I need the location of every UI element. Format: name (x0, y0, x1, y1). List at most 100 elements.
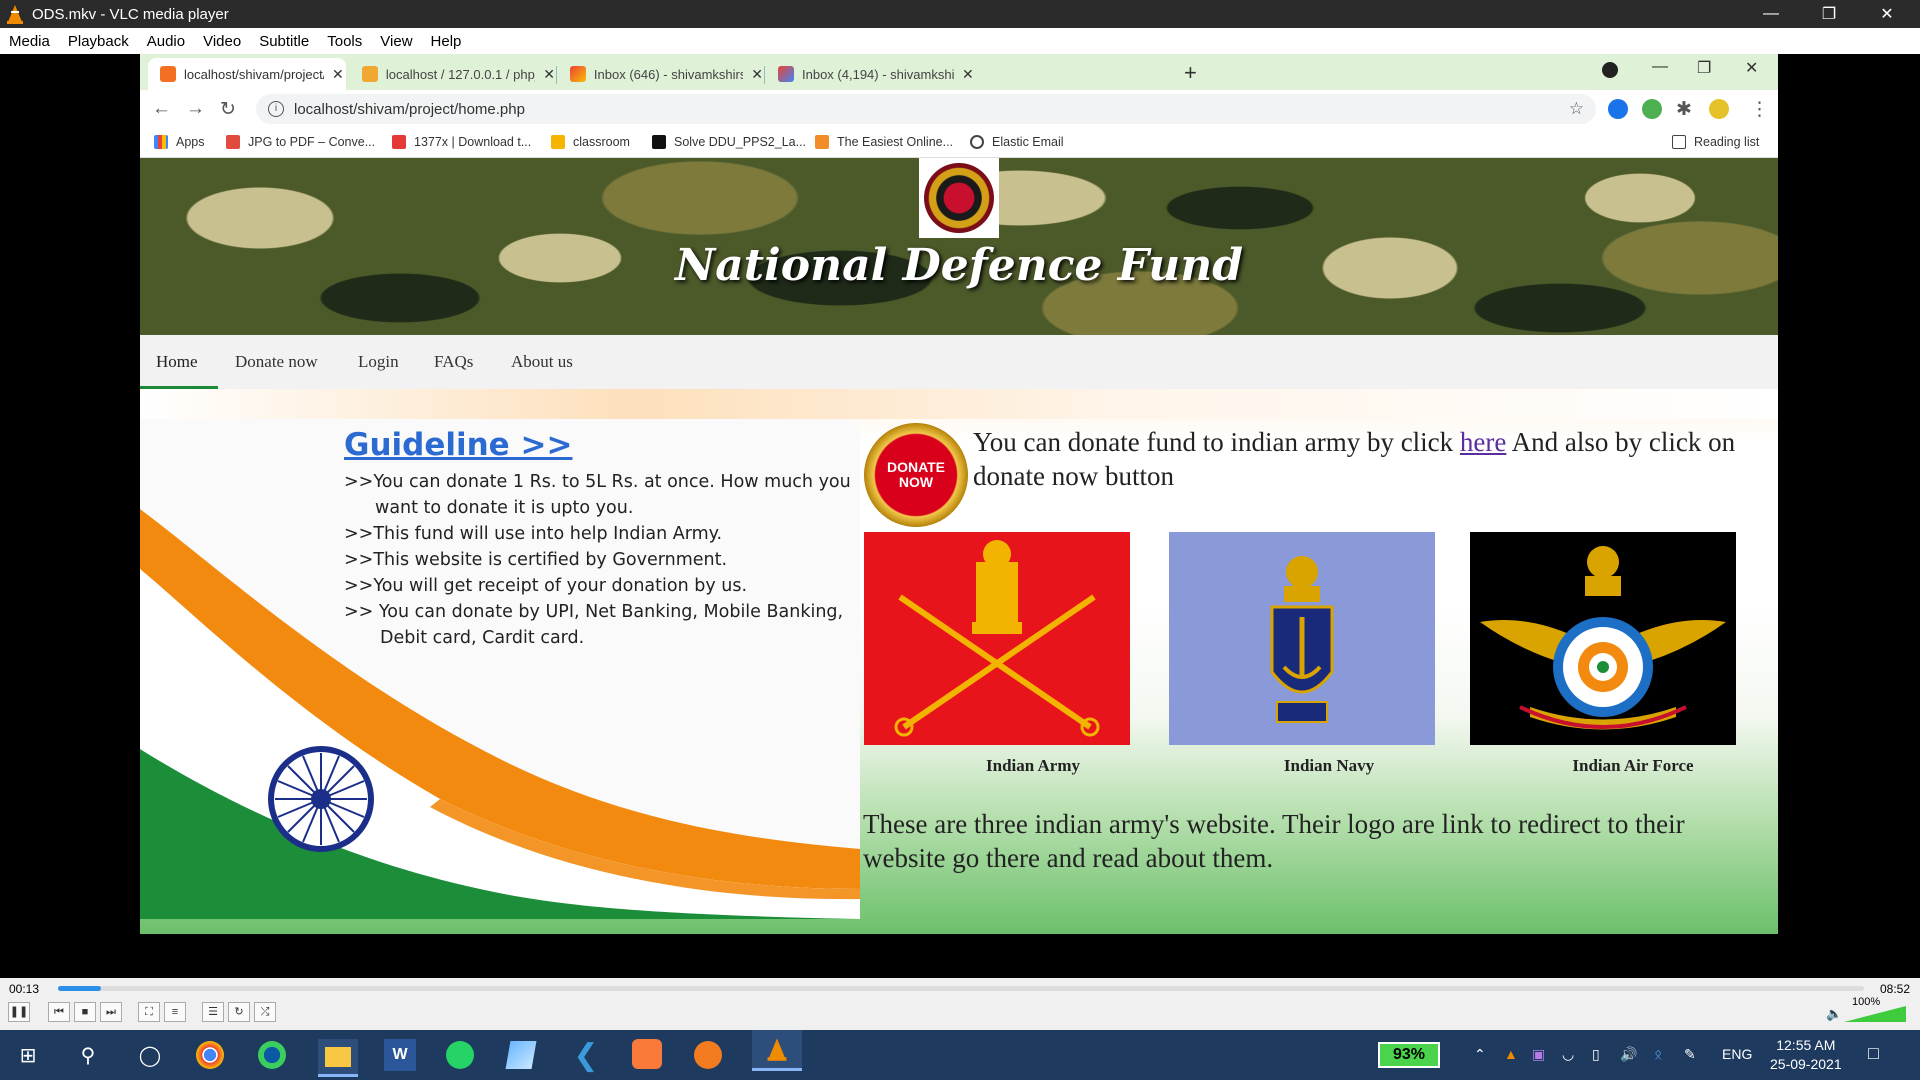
nav-faqs[interactable]: FAQs (434, 352, 473, 372)
tab-gmail-2[interactable]: Inbox (4,194) - shivamkshirsagar ✕ (766, 58, 976, 90)
tab-gmail-1[interactable]: Inbox (646) - shivamkshirsagar97 ✕ (558, 58, 763, 90)
windows-start-icon[interactable]: ⊞ (12, 1039, 44, 1071)
fullscreen-button[interactable]: ⛶ (138, 1002, 160, 1022)
tab-phpmyadmin[interactable]: localhost / 127.0.0.1 / php_p / int ✕ (350, 58, 555, 90)
tab-home[interactable]: localhost/shivam/project/home.p ✕ (148, 58, 346, 90)
apps-grid-icon (154, 135, 168, 149)
menu-tools[interactable]: Tools (318, 33, 371, 50)
menu-view[interactable]: View (371, 33, 421, 50)
donate-here-link[interactable]: here (1460, 427, 1506, 457)
close-tab-icon[interactable]: ✕ (751, 66, 763, 83)
brave-icon[interactable] (694, 1041, 722, 1069)
notepad-icon[interactable] (505, 1041, 537, 1069)
reading-list-icon (1672, 135, 1686, 149)
language-indicator[interactable]: ENG (1722, 1046, 1752, 1062)
minimize-button[interactable]: — (1742, 0, 1800, 28)
speaker-icon[interactable]: 🔊 (1620, 1046, 1637, 1063)
bookmark-star-icon[interactable]: ☆ (1569, 99, 1584, 119)
onenote-icon[interactable]: ▣ (1532, 1046, 1545, 1063)
gmail-icon (570, 66, 586, 82)
bookmark-easiest-online[interactable]: The Easiest Online... (815, 135, 953, 149)
indian-army-label: Indian Army (986, 756, 1080, 775)
menu-help[interactable]: Help (422, 33, 471, 50)
loop-button[interactable]: ↻ (228, 1002, 250, 1022)
browser-restore-button[interactable]: ❐ (1697, 58, 1711, 78)
extension-icon[interactable] (1608, 99, 1628, 119)
forward-icon[interactable]: → (186, 98, 205, 120)
chrome-icon[interactable] (196, 1041, 224, 1069)
chevron-up-icon[interactable]: ⌃ (1474, 1046, 1486, 1063)
windows-taskbar: ⊞ ⚲ ◯ W ❮ 93% ⌃ ▲ ▣ ◡ ▯ 🔊 ᛟ ✎ ENG 12:55 … (0, 1030, 1920, 1080)
browser-close-button[interactable]: ✕ (1745, 58, 1758, 78)
vscode-icon[interactable]: ❮ (570, 1039, 602, 1072)
reload-icon[interactable]: ↻ (220, 98, 236, 121)
volume-slider[interactable]: 🔈 100% (1826, 996, 1906, 1024)
indian-air-force-logo-link[interactable] (1470, 532, 1736, 745)
nav-about-us[interactable]: About us (511, 352, 573, 372)
search-icon[interactable]: ⚲ (72, 1039, 104, 1071)
kebab-menu-icon[interactable]: ⋮ (1750, 98, 1769, 121)
pen-icon[interactable]: ✎ (1684, 1046, 1696, 1063)
bookmark-solve-ddu[interactable]: Solve DDU_PPS2_La... (652, 135, 806, 149)
back-icon[interactable]: ← (152, 98, 171, 120)
donate-now-badge[interactable]: DONATE NOW (864, 423, 968, 527)
whatsapp-icon[interactable] (446, 1041, 474, 1069)
wifi-icon[interactable]: ◡ (1562, 1046, 1574, 1063)
next-button[interactable]: ⏭ (100, 1002, 122, 1022)
word-icon[interactable]: W (384, 1039, 416, 1071)
playlist-button[interactable]: ☰ (202, 1002, 224, 1022)
bookmark-classroom[interactable]: classroom (551, 135, 630, 149)
nav-donate-now[interactable]: Donate now (235, 352, 318, 372)
task-view-icon[interactable]: ◯ (134, 1039, 166, 1071)
vlc-tray-icon[interactable]: ▲ (1504, 1046, 1518, 1062)
close-button[interactable]: ✕ (1858, 0, 1916, 28)
bluetooth-icon[interactable]: ᛟ (1654, 1046, 1662, 1062)
restore-button[interactable]: ❐ (1800, 0, 1858, 28)
address-bar[interactable]: i localhost/shivam/project/home.php ☆ (256, 94, 1596, 124)
edge-icon[interactable] (258, 1041, 286, 1069)
close-tab-icon[interactable]: ✕ (962, 66, 974, 83)
extension-icon[interactable] (1642, 99, 1662, 119)
reading-list-button[interactable]: Reading list (1672, 135, 1759, 149)
tab-search-icon[interactable] (1602, 62, 1618, 78)
nav-home[interactable]: Home (156, 352, 198, 372)
hackerrank-icon (652, 135, 666, 149)
close-tab-icon[interactable]: ✕ (332, 66, 344, 83)
stop-button[interactable]: ■ (74, 1002, 96, 1022)
battery-tray-icon[interactable]: ▯ (1592, 1046, 1600, 1063)
xampp-icon[interactable] (632, 1039, 662, 1069)
browser-minimize-button[interactable]: — (1652, 58, 1668, 76)
bookmark-elastic-email[interactable]: Elastic Email (970, 135, 1064, 149)
battery-indicator[interactable]: 93% (1378, 1042, 1440, 1068)
menu-media[interactable]: Media (0, 33, 59, 50)
vlc-title-bar: ODS.mkv - VLC media player — ❐ ✕ (0, 0, 1920, 28)
menu-playback[interactable]: Playback (59, 33, 138, 50)
seek-bar[interactable] (58, 986, 1864, 991)
nav-login[interactable]: Login (358, 352, 399, 372)
seek-progress (58, 986, 102, 991)
close-tab-icon[interactable]: ✕ (543, 66, 555, 83)
donate-info-text: You can donate fund to indian army by cl… (973, 427, 1736, 491)
new-tab-button[interactable]: + (1184, 60, 1197, 86)
vlc-taskbar-icon[interactable] (752, 1030, 802, 1071)
indian-navy-logo-link[interactable] (1169, 532, 1435, 745)
shuffle-button[interactable]: ⤮ (254, 1002, 276, 1022)
menu-video[interactable]: Video (194, 33, 250, 50)
notifications-icon[interactable]: □ (1868, 1043, 1879, 1064)
menu-subtitle[interactable]: Subtitle (250, 33, 318, 50)
guideline-heading[interactable]: Guideline >> (344, 427, 851, 463)
bookmark-1377x[interactable]: 1377x | Download t... (392, 135, 531, 149)
info-icon[interactable]: i (268, 101, 284, 117)
file-explorer-icon[interactable] (318, 1039, 358, 1077)
previous-button[interactable]: ⏮ (48, 1002, 70, 1022)
clock[interactable]: 12:55 AM 25-09-2021 (1770, 1036, 1842, 1074)
bookmark-apps[interactable]: Apps (154, 135, 205, 149)
bookmark-jpg-to-pdf[interactable]: JPG to PDF – Conve... (226, 135, 375, 149)
menu-audio[interactable]: Audio (138, 33, 194, 50)
page-icon (160, 66, 176, 82)
extended-settings-button[interactable]: ≡ (164, 1002, 186, 1022)
indian-army-logo-link[interactable] (864, 532, 1130, 745)
puzzle-icon[interactable]: ✱ (1676, 98, 1692, 121)
pause-button[interactable]: ❚❚ (8, 1002, 30, 1022)
avatar[interactable] (1709, 99, 1729, 119)
